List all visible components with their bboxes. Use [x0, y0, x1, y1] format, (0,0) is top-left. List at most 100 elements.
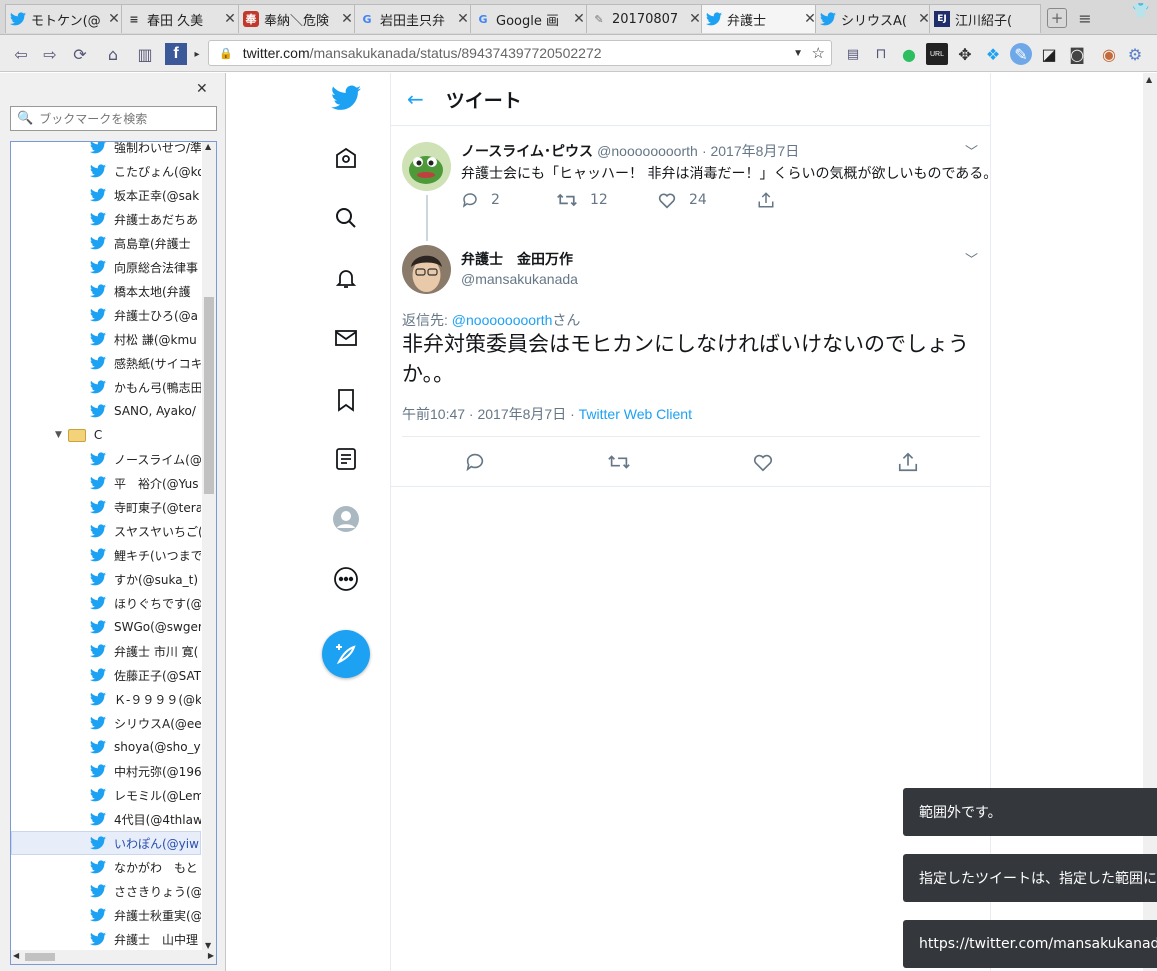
bookmark-item[interactable]: 向原総合法律事	[11, 255, 201, 279]
reload-icon[interactable]: ⟳	[69, 43, 91, 65]
bookmark-item[interactable]: SWGo(@swger	[11, 615, 201, 639]
expand-triangle-icon[interactable]: ▼	[55, 430, 62, 440]
facebook-icon[interactable]: f	[165, 43, 187, 65]
camera-icon[interactable]: ◙	[1066, 43, 1088, 65]
bookmark-item[interactable]: 中村元弥(@196	[11, 759, 201, 783]
reply-button[interactable]: 2	[461, 191, 500, 209]
tab-7-active[interactable]: 弁護士 ✕	[701, 4, 822, 33]
author-handle[interactable]: @noooooooorth	[597, 143, 698, 159]
retweet-button[interactable]: 12	[556, 191, 608, 209]
bookmark-item[interactable]: なかがわ もと	[11, 855, 201, 879]
bookmark-item[interactable]: 平 裕介(@Yus	[11, 471, 201, 495]
tweet-date[interactable]: · 2017年8月7日	[702, 143, 799, 159]
move-icon[interactable]: ✥	[954, 43, 976, 65]
bookmark-item[interactable]: 弁護士 山中理	[11, 927, 201, 951]
bookmark-item[interactable]: ノースライム(@n	[11, 447, 201, 471]
retweet-icon[interactable]	[607, 451, 631, 477]
twitter-logo-icon[interactable]	[331, 83, 361, 113]
tab-list-icon[interactable]: ≡	[1076, 8, 1094, 28]
notifications-bell-icon[interactable]	[331, 263, 361, 293]
bookmark-item[interactable]: 弁護士ひろ(@a	[11, 303, 201, 327]
bookmark-folder[interactable]: ▼ C	[11, 423, 201, 447]
bookmark-item[interactable]: 鯉キチ(いつまで	[11, 543, 201, 567]
bookmark-item[interactable]: かもん弓(鴨志田	[11, 375, 201, 399]
author-name[interactable]: 弁護士 金田万作	[461, 249, 573, 269]
bookmark-item[interactable]: 4代目(@4thlaw	[11, 807, 201, 831]
back-icon[interactable]: ⇦	[10, 43, 32, 65]
bookmark-item[interactable]: 強制わいせつ/準	[11, 142, 201, 159]
bookmark-item[interactable]: ささきりょう(@ss	[11, 879, 201, 903]
lists-icon[interactable]	[331, 444, 361, 474]
bookmark-item[interactable]: 佐藤正子(@SAT	[11, 663, 201, 687]
scrollbar-thumb[interactable]	[204, 297, 214, 494]
url-bar[interactable]: 🔒 twitter.com/mansakukanada/status/89437…	[208, 40, 832, 66]
tab-6[interactable]: ✎ 20170807 ✕	[586, 4, 707, 33]
tab-9[interactable]: EJ 江川紹子(	[929, 4, 1041, 33]
horizontal-scrollbar[interactable]: ◀ ▶	[11, 950, 216, 964]
bookmark-item[interactable]: レモミル(@Lem	[11, 783, 201, 807]
close-icon[interactable]: ✕	[688, 11, 702, 27]
dropbox-icon[interactable]: ❖	[982, 43, 1004, 65]
bookmark-item[interactable]: 高島章(弁護士	[11, 231, 201, 255]
chevron-down-icon[interactable]: ﹀	[965, 141, 978, 160]
close-icon[interactable]: ✕	[572, 11, 586, 27]
bookmark-item[interactable]: シリウスA(@eey	[11, 711, 201, 735]
chevron-down-icon[interactable]: ﹀	[965, 249, 978, 268]
bookmark-item[interactable]: すか(@suka_t)	[11, 567, 201, 591]
screenshot-icon[interactable]: ◪	[1038, 43, 1060, 65]
close-icon[interactable]: ✕	[340, 11, 354, 27]
toast-notification[interactable]: 指定したツイートは、指定した範囲に存	[903, 854, 1157, 902]
tab-8[interactable]: シリウスA( ✕	[815, 4, 936, 33]
avatar[interactable]	[402, 142, 451, 191]
author-handle[interactable]: @mansakukanada	[461, 271, 578, 287]
home-icon[interactable]	[331, 143, 361, 173]
heart-icon[interactable]	[752, 451, 774, 477]
new-tab-button[interactable]: +	[1047, 8, 1067, 28]
bookmark-icon[interactable]: ⊓	[870, 43, 892, 65]
close-icon[interactable]: ✕	[456, 11, 470, 27]
bookmark-item[interactable]: いわぽん(@yiw	[11, 831, 201, 855]
tab-4[interactable]: G 岩田圭只弁 ✕	[354, 4, 475, 33]
bookmark-item[interactable]: スヤスヤいちご(	[11, 519, 201, 543]
back-arrow-icon[interactable]: ←	[407, 87, 424, 111]
bookmark-item[interactable]: 橋本太地(弁護	[11, 279, 201, 303]
close-icon[interactable]: ✕	[223, 11, 237, 27]
tab-3[interactable]: 奉 奉納＼危険 ✕	[238, 4, 359, 33]
close-icon[interactable]: ✕	[196, 81, 208, 97]
bookmark-item[interactable]: 弁護士秋重実(@	[11, 903, 201, 927]
overflow-chevron-icon[interactable]: ▸	[192, 43, 202, 65]
addon-icon[interactable]: ◉	[1098, 43, 1120, 65]
messages-mail-icon[interactable]	[331, 323, 361, 353]
bookmark-item[interactable]: shoya(@sho_y	[11, 735, 201, 759]
bookmark-item[interactable]: 弁護士 市川 寛(	[11, 639, 201, 663]
url-shortener-icon[interactable]: URL	[926, 43, 948, 65]
bookmark-item[interactable]: 感熱紙(サイコキ	[11, 351, 201, 375]
bookmarks-icon[interactable]	[331, 385, 361, 415]
settings-gear-icon[interactable]: ⚙	[1124, 43, 1146, 65]
bookmark-item[interactable]: ほりぐちです(@n	[11, 591, 201, 615]
shirt-icon[interactable]: 👕	[1132, 3, 1150, 21]
more-options-icon[interactable]	[331, 564, 361, 594]
profile-avatar-icon[interactable]	[331, 504, 361, 534]
forward-icon[interactable]: ⇨	[39, 43, 61, 65]
bookmarks-sidebar-icon[interactable]: ▥	[134, 43, 156, 65]
tab-2[interactable]: ≡ 春田 久美 ✕	[121, 4, 242, 33]
library-icon[interactable]: ▤	[842, 43, 864, 65]
bookmark-item[interactable]: 寺町東子(@tera	[11, 495, 201, 519]
bookmark-search-input[interactable]	[39, 111, 210, 126]
home-icon[interactable]: ⌂	[102, 43, 124, 65]
share-icon[interactable]	[897, 451, 919, 477]
compose-tweet-button[interactable]	[322, 630, 370, 678]
tab-5[interactable]: G Google 画 ✕	[470, 4, 591, 33]
tweet-client-link[interactable]: Twitter Web Client	[579, 406, 692, 422]
explore-search-icon[interactable]	[331, 203, 361, 233]
close-icon[interactable]: ✕	[107, 11, 121, 27]
page-scrollbar[interactable]: ▲	[1143, 73, 1157, 971]
toast-notification[interactable]: 範囲外です。	[903, 788, 1157, 836]
bookmark-item[interactable]: 村松 謙(@kmu	[11, 327, 201, 351]
feather-icon[interactable]: ✎	[1010, 43, 1032, 65]
star-icon[interactable]: ☆	[812, 44, 825, 62]
author-name[interactable]: ノースライム･ピウス	[461, 144, 593, 160]
share-button[interactable]	[757, 191, 775, 209]
parent-tweet[interactable]: ノースライム･ピウス @noooooooorth · 2017年8月7日 ﹀ 弁…	[391, 127, 997, 245]
